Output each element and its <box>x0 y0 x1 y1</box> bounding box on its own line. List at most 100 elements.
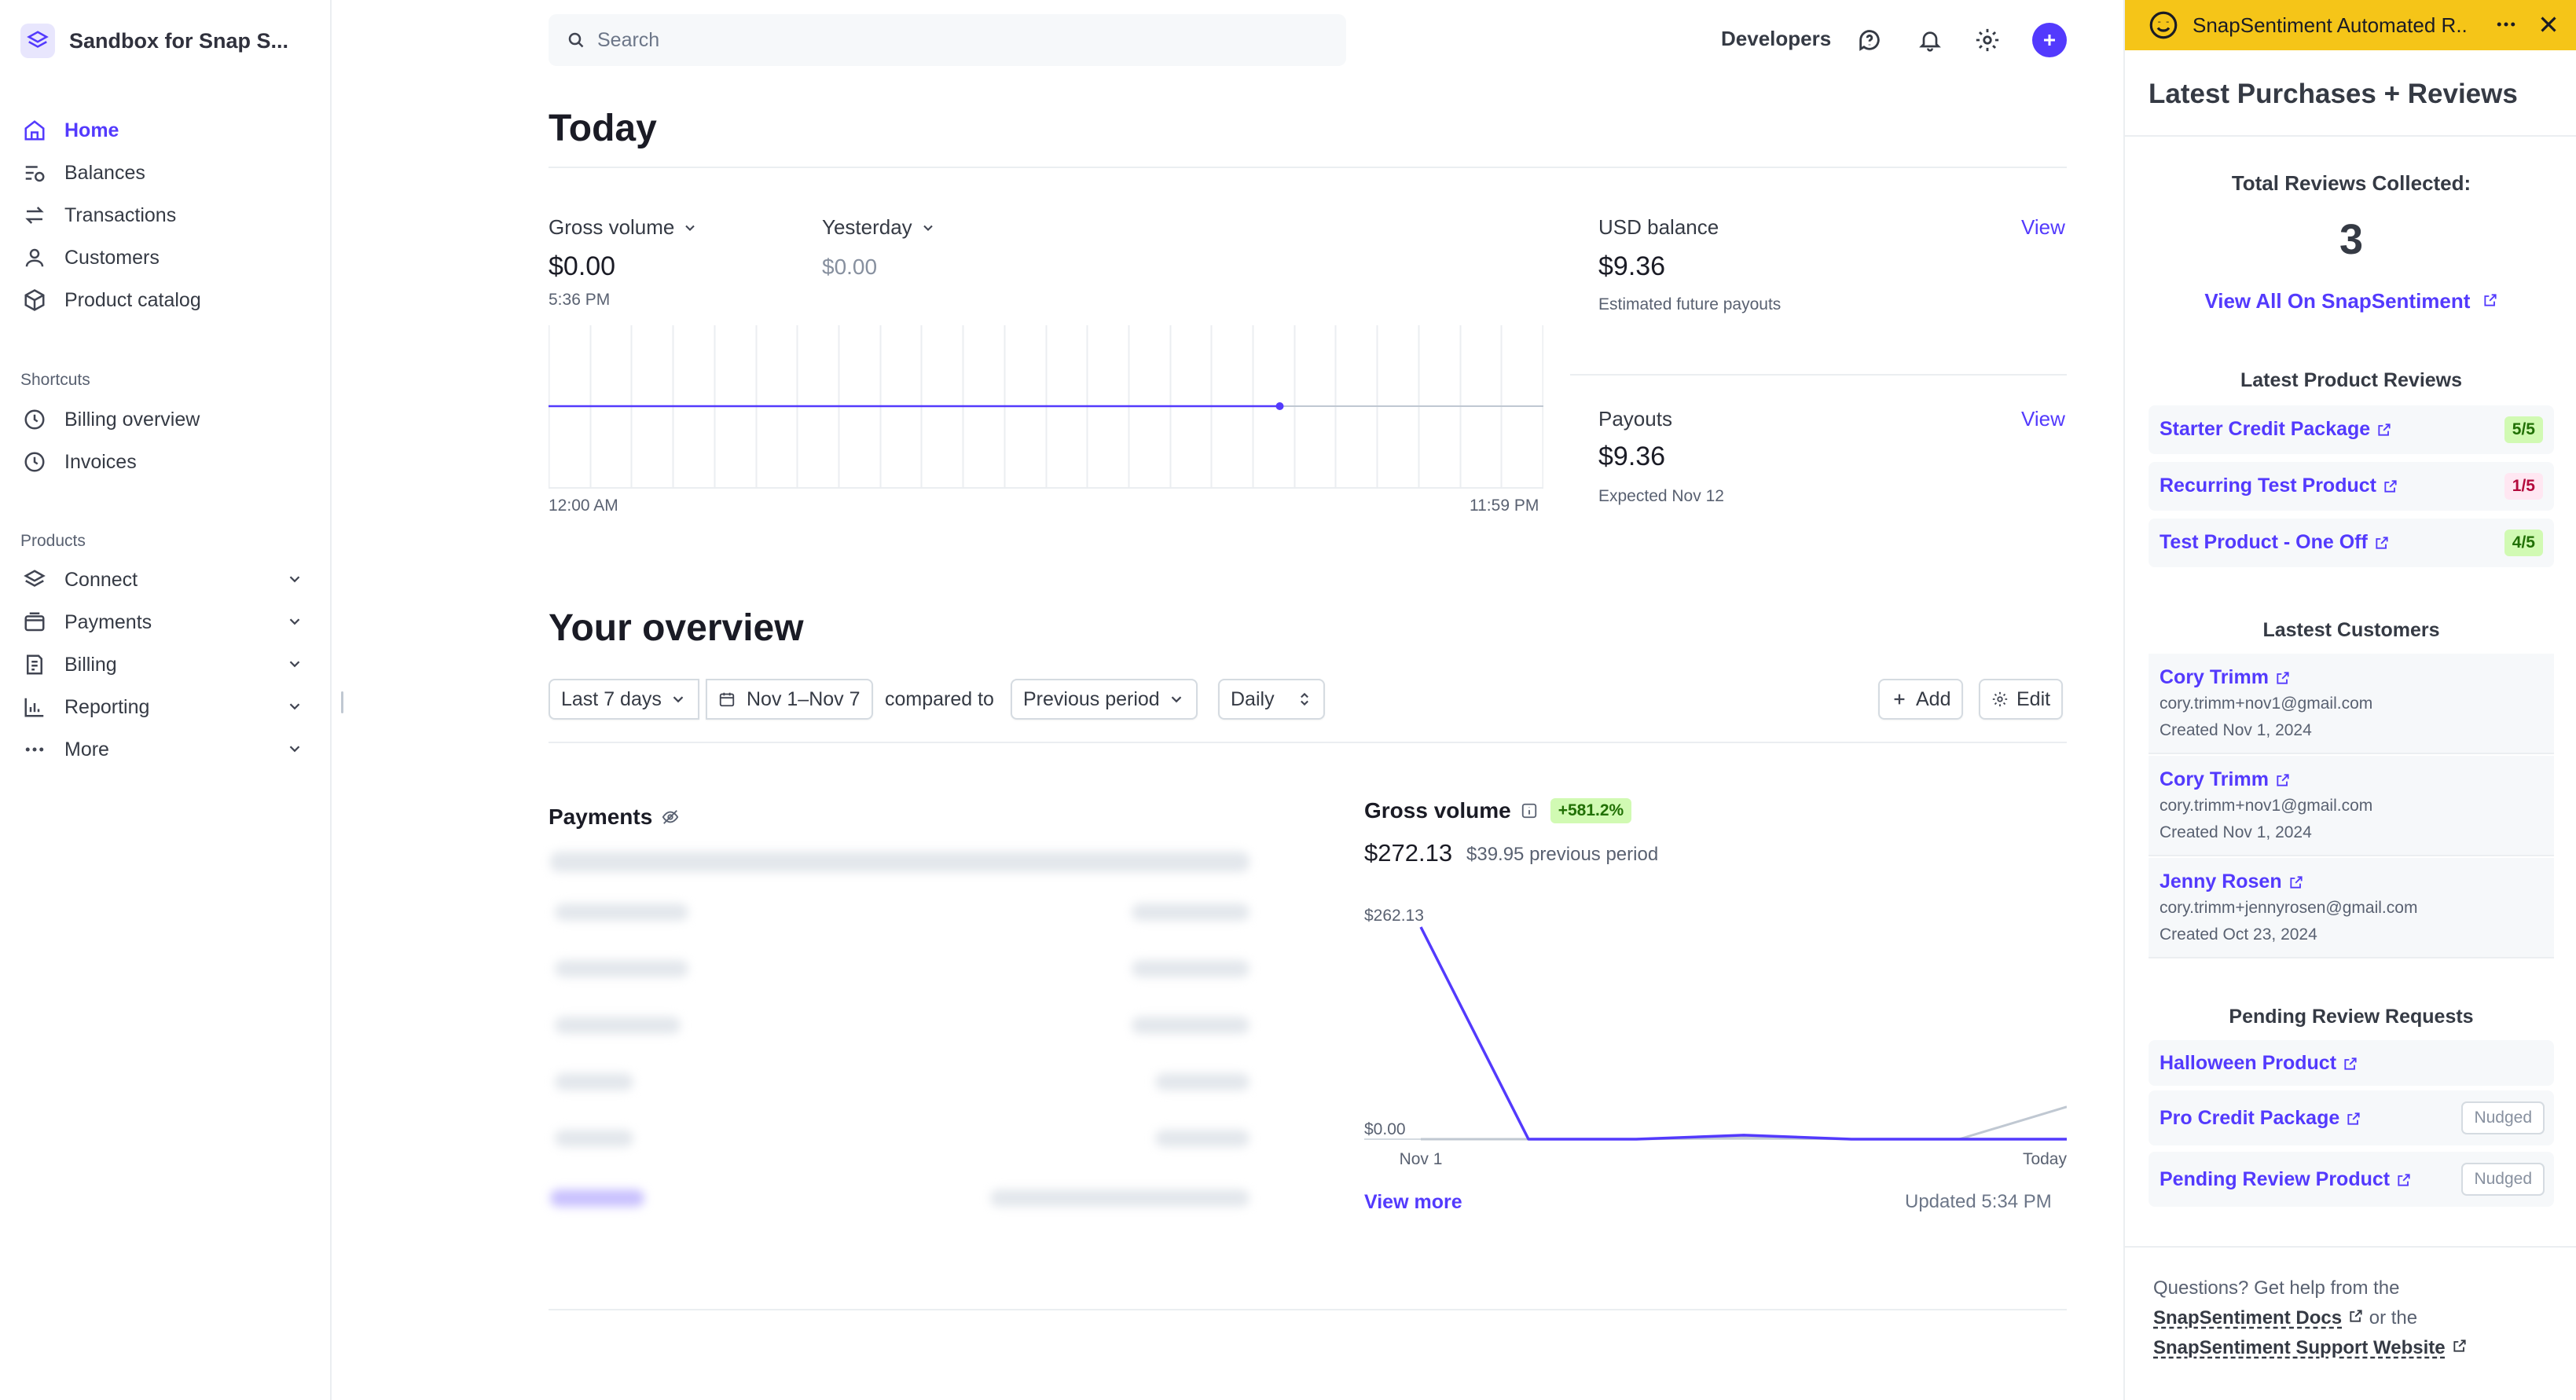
sidebar-item-transactions[interactable]: Transactions <box>20 196 311 234</box>
sidebar-item-label: Billing <box>64 653 117 676</box>
support-link[interactable]: SnapSentiment Support Website <box>2153 1337 2446 1358</box>
info-icon[interactable] <box>1521 802 1538 819</box>
view-all-link[interactable]: View All On SnapSentiment <box>2125 289 2576 313</box>
divider <box>2125 135 2576 137</box>
sidebar-item-connect[interactable]: Connect <box>20 561 311 599</box>
search-bar[interactable] <box>549 14 1346 66</box>
gross-volume-card-title: Gross volume +581.2% <box>1364 798 1632 823</box>
yesterday-selector[interactable]: Yesterday <box>822 215 936 240</box>
customer-name-link[interactable]: Cory Trimm <box>2160 666 2291 689</box>
payouts-view-link[interactable]: View <box>2021 407 2065 431</box>
divider <box>549 742 2067 743</box>
pending-item: Pending Review Product Nudged <box>2149 1152 2554 1207</box>
sidebar-item-reporting[interactable]: Reporting <box>20 688 311 726</box>
sidebar-item-label: Connect <box>64 568 138 591</box>
review-product-link[interactable]: Test Product - One Off <box>2160 531 2390 554</box>
customer-email: cory.trimm+nov1@gmail.com <box>2160 695 2373 713</box>
sidebar-item-more[interactable]: More <box>20 731 311 768</box>
gross-volume-value: $0.00 <box>549 251 616 281</box>
help-icon[interactable] <box>1856 20 1883 60</box>
clock-icon <box>20 448 49 476</box>
pending-product-name: Pending Review Product <box>2160 1168 2391 1190</box>
customer-item: Cory Trimm cory.trimm+nov1@gmail.com Cre… <box>2149 654 2554 754</box>
payments-card-title: Payments <box>549 804 679 830</box>
comparison-select[interactable]: Previous period <box>1011 679 1198 720</box>
gross-volume-selector[interactable]: Gross volume <box>549 215 698 240</box>
pending-product-link[interactable]: Pro Credit Package <box>2160 1107 2361 1130</box>
review-product-name: Test Product - One Off <box>2160 531 2368 553</box>
nudged-status-button[interactable]: Nudged <box>2461 1101 2545 1134</box>
customer-created: Created Nov 1, 2024 <box>2160 721 2312 739</box>
review-product-link[interactable]: Recurring Test Product <box>2160 475 2398 497</box>
sidebar-item-payments[interactable]: Payments <box>20 603 311 641</box>
smiley-icon <box>2147 9 2180 42</box>
payments-icon <box>20 608 49 636</box>
sidebar-item-billing[interactable]: Billing <box>20 646 311 684</box>
payouts-value: $9.36 <box>1598 442 1666 471</box>
x-axis-start-label: Nov 1 <box>1400 1150 1443 1168</box>
pending-item: Halloween Product <box>2149 1040 2554 1086</box>
review-score-badge: 1/5 <box>2504 473 2543 500</box>
docs-link[interactable]: SnapSentiment Docs <box>2153 1307 2342 1329</box>
external-link-icon <box>2453 1340 2466 1352</box>
account-logo-icon <box>20 24 55 58</box>
pending-product-link[interactable]: Pending Review Product <box>2160 1168 2412 1191</box>
sidebar-item-customers[interactable]: Customers <box>20 239 311 277</box>
sidebar-item-label: Reporting <box>64 695 150 718</box>
chevron-down-icon[interactable] <box>286 570 303 592</box>
snapsentiment-panel: SnapSentiment Automated R... Latest Purc… <box>2123 0 2576 1400</box>
sidebar-item-invoices[interactable]: Invoices <box>20 443 311 481</box>
view-more-link[interactable]: View more <box>1364 1191 1462 1214</box>
sidebar-resize-handle[interactable] <box>341 691 343 713</box>
panel-header: SnapSentiment Automated R... <box>2125 0 2576 50</box>
edit-button[interactable]: Edit <box>1979 679 2064 720</box>
total-reviews-value: 3 <box>2339 216 2364 263</box>
total-reviews-label: Total Reviews Collected: <box>2231 171 2471 195</box>
developers-link[interactable]: Developers <box>1721 27 1831 51</box>
chevron-down-icon[interactable] <box>286 613 303 634</box>
sidebar-item-balances[interactable]: Balances <box>20 154 311 192</box>
create-plus-button[interactable] <box>2032 23 2067 57</box>
chevron-down-icon[interactable] <box>286 698 303 719</box>
date-picker[interactable]: Nov 1–Nov 7 <box>706 679 873 720</box>
chevron-down-icon <box>673 696 684 703</box>
sidebar-item-home[interactable]: Home <box>20 112 311 149</box>
pending-product-link[interactable]: Halloween Product <box>2160 1052 2358 1075</box>
chart-end-time: 11:59 PM <box>1470 497 1539 515</box>
bell-icon[interactable] <box>1917 20 1943 60</box>
sidebar-item-label: Product catalog <box>64 288 201 311</box>
customer-name-link[interactable]: Jenny Rosen <box>2160 870 2304 893</box>
add-button[interactable]: Add <box>1878 679 1964 720</box>
review-product-link[interactable]: Starter Credit Package <box>2160 418 2392 441</box>
close-icon[interactable] <box>2535 11 2562 38</box>
sidebar-item-billing-overview[interactable]: Billing overview <box>20 401 311 438</box>
reviews-heading: Latest Product Reviews <box>2240 369 2463 391</box>
review-score-badge: 4/5 <box>2504 530 2543 556</box>
sidebar-item-label: Invoices <box>64 450 137 473</box>
search-input[interactable] <box>597 28 1305 52</box>
customer-email: cory.trimm+nov1@gmail.com <box>2160 797 2373 815</box>
interval-select[interactable]: Daily <box>1218 679 1325 720</box>
chevron-down-icon[interactable] <box>286 655 303 676</box>
sidebar-item-product-catalog[interactable]: Product catalog <box>20 281 311 319</box>
sidebar: Sandbox for Snap S... Home Balances Tran… <box>0 0 332 1400</box>
divider <box>549 1309 2067 1310</box>
customer-created: Created Oct 23, 2024 <box>2160 925 2317 944</box>
customer-item: Jenny Rosen cory.trimm+jennyrosen@gmail.… <box>2149 858 2554 958</box>
account-switcher[interactable]: Sandbox for Snap S... <box>20 24 288 58</box>
eye-off-icon[interactable] <box>662 808 679 826</box>
view-all-label: View All On SnapSentiment <box>2204 289 2471 313</box>
compared-to-label: compared to <box>885 688 994 710</box>
customer-name-link[interactable]: Cory Trimm <box>2160 768 2291 791</box>
gear-icon[interactable] <box>1974 20 2001 60</box>
add-button-label: Add <box>1916 687 1951 710</box>
review-item: Starter Credit Package 5/5 <box>2149 405 2554 454</box>
more-dots-icon[interactable] <box>2494 13 2518 36</box>
date-range-select[interactable]: Last 7 days <box>549 679 699 720</box>
chevron-down-icon[interactable] <box>286 740 303 761</box>
nudged-status-button[interactable]: Nudged <box>2461 1163 2545 1196</box>
customer-name: Cory Trimm <box>2160 666 2269 688</box>
updated-time: Updated 5:34 PM <box>1905 1191 2052 1212</box>
billing-icon <box>20 651 49 679</box>
usd-balance-view-link[interactable]: View <box>2021 215 2065 240</box>
